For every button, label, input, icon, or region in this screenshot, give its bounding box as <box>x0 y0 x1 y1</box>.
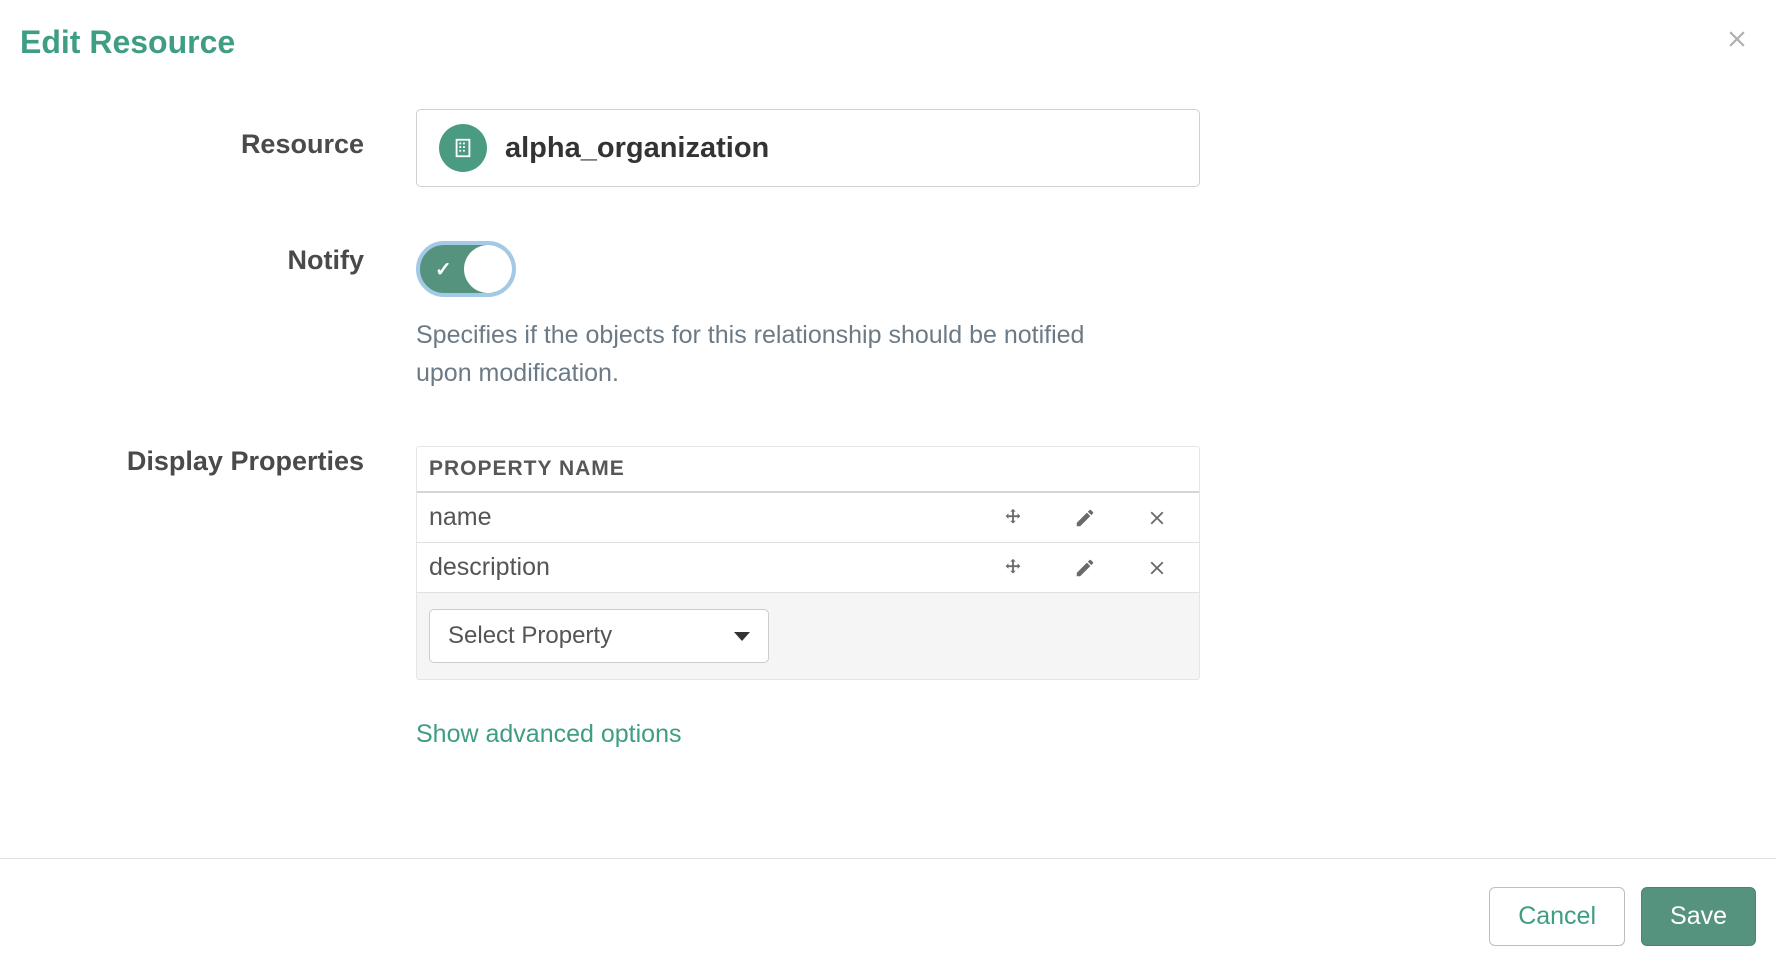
delete-icon[interactable] <box>1145 556 1169 580</box>
notify-help-text: Specifies if the objects for this relati… <box>416 317 1116 392</box>
notify-toggle[interactable]: ✓ <box>416 241 516 297</box>
select-property-dropdown[interactable]: Select Property <box>429 609 769 663</box>
delete-icon[interactable] <box>1145 506 1169 530</box>
resource-label: Resource <box>20 109 364 160</box>
resource-value: alpha_organization <box>505 132 769 165</box>
property-name: name <box>429 503 492 532</box>
toggle-knob <box>464 245 512 293</box>
chevron-down-icon <box>734 632 750 641</box>
dialog-footer: Cancel Save <box>0 858 1776 974</box>
property-table: PROPERTY NAME name <box>416 446 1200 680</box>
save-button[interactable]: Save <box>1641 887 1756 946</box>
dialog-title: Edit Resource <box>20 24 235 61</box>
display-properties-label: Display Properties <box>20 446 364 477</box>
close-icon[interactable] <box>1718 26 1756 60</box>
table-row: description <box>417 543 1199 593</box>
check-icon: ✓ <box>435 257 452 282</box>
select-property-placeholder: Select Property <box>448 622 612 650</box>
resource-row: Resource alpha_organization <box>20 109 1200 187</box>
move-icon[interactable] <box>1001 506 1025 530</box>
property-actions <box>1001 506 1187 530</box>
resource-field[interactable]: alpha_organization <box>416 109 1200 187</box>
property-name: description <box>429 553 550 582</box>
form-container: Resource alpha_organization Notify ✓ Spe… <box>0 79 1220 779</box>
notify-label: Notify <box>20 241 364 276</box>
move-icon[interactable] <box>1001 556 1025 580</box>
show-advanced-options-link[interactable]: Show advanced options <box>416 720 681 749</box>
property-actions <box>1001 556 1187 580</box>
select-property-row: Select Property <box>417 593 1199 679</box>
notify-row: Notify ✓ Specifies if the objects for th… <box>20 241 1200 392</box>
table-row: name <box>417 493 1199 543</box>
edit-icon[interactable] <box>1073 556 1097 580</box>
display-properties-row: Display Properties PROPERTY NAME name <box>20 446 1200 749</box>
cancel-button[interactable]: Cancel <box>1489 887 1625 946</box>
property-column-header: PROPERTY NAME <box>417 447 1199 493</box>
dialog-header: Edit Resource <box>0 0 1776 79</box>
edit-icon[interactable] <box>1073 506 1097 530</box>
organization-icon <box>439 124 487 172</box>
